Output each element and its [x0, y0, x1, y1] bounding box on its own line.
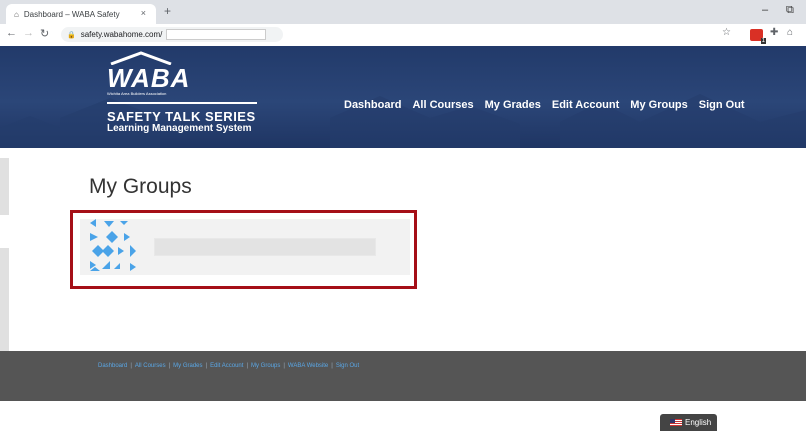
- page-title: My Groups: [89, 175, 192, 198]
- redacted-url-block: [166, 29, 267, 40]
- footer-separator: |: [246, 363, 248, 369]
- site-footer: Dashboard | All Courses | My Grades | Edit Acc…: [0, 351, 806, 401]
- logo-wordmark: WABA: [107, 63, 191, 93]
- new-tab-button[interactable]: +: [164, 4, 171, 18]
- browser-tab-bar: ⌂ Dashboard – WABA Safety × + – ⧉: [0, 0, 806, 24]
- extensions-puzzle-icon[interactable]: ✚: [770, 27, 778, 38]
- footer-link-all-courses[interactable]: All Courses: [135, 363, 166, 369]
- left-edge-bar: [0, 248, 9, 351]
- browser-toolbar: ← → ↻ 🔒 safety.wabahome.com/ ☆ 1 ✚ ⌂: [0, 24, 806, 47]
- site-header: WABA Wichita Area Builders Association S…: [0, 46, 806, 148]
- nav-dashboard[interactable]: Dashboard: [344, 99, 401, 111]
- nav-sign-out[interactable]: Sign Out: [699, 99, 745, 111]
- browser-tab[interactable]: ⌂ Dashboard – WABA Safety ×: [6, 4, 156, 24]
- logo-series-title: SAFETY TALK SERIES: [107, 109, 256, 124]
- tab-close-icon[interactable]: ×: [141, 8, 146, 18]
- logo-roof-icon: [110, 51, 172, 65]
- waba-logo[interactable]: WABA Wichita Area Builders Association S…: [107, 51, 259, 134]
- footer-separator: |: [331, 363, 333, 369]
- footer-separator: |: [283, 363, 285, 369]
- us-flag-icon: [670, 419, 682, 426]
- logo-divider: [107, 102, 257, 104]
- forward-arrow-icon[interactable]: →: [23, 27, 34, 39]
- nav-my-grades[interactable]: My Grades: [485, 99, 541, 111]
- restore-button[interactable]: ⧉: [786, 4, 794, 17]
- tab-title: Dashboard – WABA Safety: [23, 9, 120, 19]
- nav-all-courses[interactable]: All Courses: [412, 99, 473, 111]
- nav-my-groups[interactable]: My Groups: [630, 99, 687, 111]
- footer-separator: |: [205, 363, 208, 369]
- logo-lms-subtitle: Learning Management System: [107, 123, 252, 134]
- footer-link-my-grades[interactable]: My Grades: [173, 363, 202, 369]
- language-selector[interactable]: English: [660, 414, 717, 431]
- left-edge-bar: [0, 158, 9, 215]
- footer-link-waba-website[interactable]: WABA Website: [288, 363, 328, 369]
- nav-edit-account[interactable]: Edit Account: [552, 99, 619, 111]
- footer-separator: |: [130, 363, 132, 369]
- footer-link-my-groups[interactable]: My Groups: [251, 363, 280, 369]
- footer-link-sign-out[interactable]: Sign Out: [336, 363, 359, 369]
- url-text: safety.wabahome.com/: [80, 30, 163, 39]
- footer-separator: |: [168, 363, 171, 369]
- extension-icon[interactable]: 1: [750, 29, 766, 44]
- footer-link-edit-account[interactable]: Edit Account: [210, 363, 243, 369]
- footer-link-dashboard[interactable]: Dashboard: [98, 363, 127, 369]
- reload-icon[interactable]: ↻: [40, 27, 49, 40]
- minimize-button[interactable]: –: [762, 4, 768, 16]
- lock-icon: 🔒: [67, 31, 76, 39]
- main-navigation: Dashboard All Courses My Grades Edit Acc…: [344, 99, 745, 111]
- highlight-annotation-box: [70, 210, 417, 289]
- back-arrow-icon[interactable]: ←: [6, 27, 17, 39]
- site-favicon-icon: ⌂: [14, 9, 19, 19]
- bookmark-star-icon[interactable]: ☆: [722, 27, 731, 38]
- language-label: English: [685, 418, 712, 427]
- extension-badge: 1: [760, 38, 766, 44]
- footer-links: Dashboard | All Courses | My Grades | Edit Acc…: [98, 363, 359, 369]
- address-bar[interactable]: 🔒 safety.wabahome.com/: [61, 27, 283, 42]
- profile-icon[interactable]: ⌂: [787, 27, 793, 38]
